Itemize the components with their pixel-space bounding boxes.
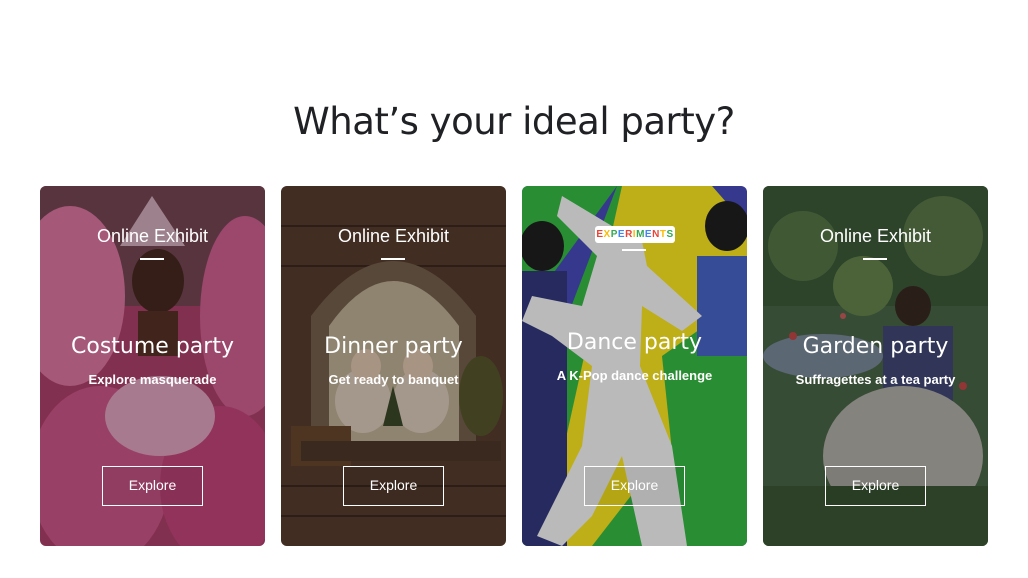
card-dance-party[interactable]: EXPERIMENTS Dance party A K-Pop dance ch… bbox=[522, 186, 747, 546]
divider bbox=[140, 258, 164, 260]
divider bbox=[863, 258, 887, 260]
explore-button[interactable]: Explore bbox=[343, 466, 444, 506]
divider bbox=[381, 258, 405, 260]
card-subtitle: A K-Pop dance challenge bbox=[556, 368, 713, 383]
card-garden-party[interactable]: Online Exhibit Garden party Suffragettes… bbox=[763, 186, 988, 546]
card-subtitle: Get ready to banquet bbox=[328, 372, 459, 387]
card-title: Garden party bbox=[802, 334, 949, 359]
card-subtitle: Suffragettes at a tea party bbox=[795, 372, 956, 387]
experiments-badge: EXPERIMENTS bbox=[595, 226, 675, 243]
card-title: Dance party bbox=[566, 330, 703, 355]
card-title: Dinner party bbox=[324, 334, 463, 359]
party-cards: Online Exhibit Costume party Explore mas… bbox=[40, 186, 988, 546]
card-subtitle: Explore masquerade bbox=[88, 372, 217, 387]
divider bbox=[622, 249, 646, 251]
page-title: What’s your ideal party? bbox=[293, 100, 735, 143]
card-eyebrow: Online Exhibit bbox=[819, 226, 932, 246]
card-costume-party[interactable]: Online Exhibit Costume party Explore mas… bbox=[40, 186, 265, 546]
explore-button[interactable]: Explore bbox=[102, 466, 203, 506]
explore-button[interactable]: Explore bbox=[584, 466, 685, 506]
card-eyebrow: Online Exhibit bbox=[96, 226, 209, 246]
explore-button[interactable]: Explore bbox=[825, 466, 926, 506]
card-title: Costume party bbox=[71, 334, 234, 359]
card-dinner-party[interactable]: Online Exhibit Dinner party Get ready to… bbox=[281, 186, 506, 546]
card-eyebrow: Online Exhibit bbox=[337, 226, 450, 246]
